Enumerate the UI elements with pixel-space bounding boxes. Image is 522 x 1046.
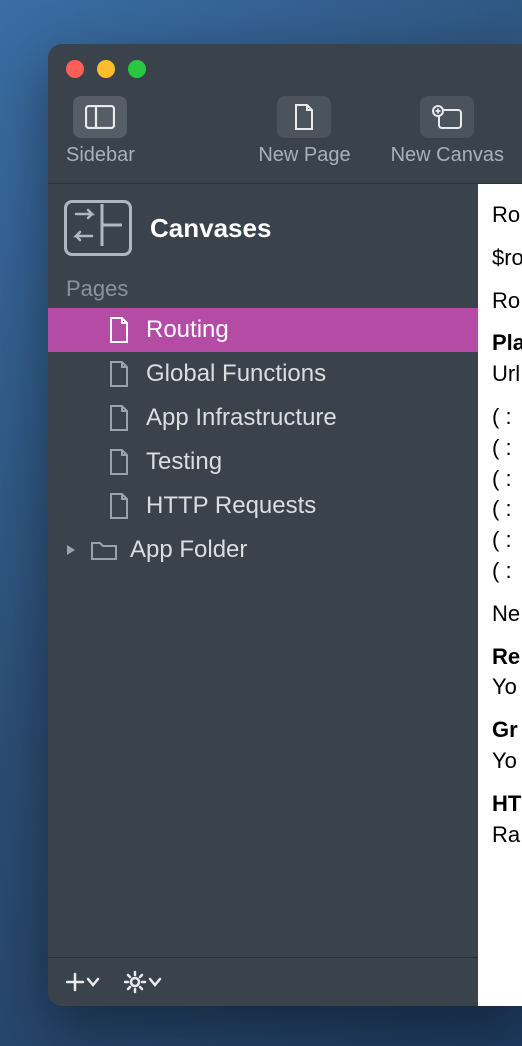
content-line: ( : (492, 556, 522, 587)
sidebar-icon (73, 96, 127, 138)
minimize-window-button[interactable] (97, 60, 115, 78)
sidebar-footer (48, 957, 478, 1006)
content-line: Ne (492, 599, 522, 630)
content-line: Ro (492, 200, 522, 231)
page-icon (108, 361, 130, 387)
content-line: Yo (492, 672, 522, 703)
folder-icon (90, 539, 118, 561)
content-line: Pla (492, 328, 522, 359)
new-page-label: New Page (258, 144, 350, 167)
settings-menu-button[interactable] (124, 970, 162, 994)
page-item-testing[interactable]: Testing (48, 440, 478, 484)
content-line: ( : (492, 402, 522, 433)
canvases-header[interactable]: Canvases (48, 184, 478, 276)
page-item-label: HTTP Requests (146, 492, 316, 520)
page-icon (108, 317, 130, 343)
new-page-button[interactable]: New Page (258, 96, 350, 167)
sidebar-toggle-button[interactable]: Sidebar (66, 96, 135, 167)
content-line: Re (492, 642, 522, 673)
content-line: Yo (492, 746, 522, 777)
app-window: Sidebar New Page (48, 44, 522, 1006)
body-area: Canvases Pages Routing Global Functions (48, 184, 522, 1006)
pages-section-label: Pages (48, 276, 478, 308)
new-canvas-icon (420, 96, 474, 138)
titlebar: Sidebar New Page (48, 44, 522, 184)
content-line: ( : (492, 464, 522, 495)
sidebar-toggle-label: Sidebar (66, 144, 135, 167)
traffic-lights (66, 60, 504, 78)
toolbar: Sidebar New Page (66, 96, 504, 167)
page-icon (108, 449, 130, 475)
close-window-button[interactable] (66, 60, 84, 78)
content-line: ( : (492, 494, 522, 525)
content-line: Ra (492, 820, 522, 851)
add-menu-button[interactable] (66, 971, 100, 993)
content-line: Gr (492, 715, 522, 746)
page-item-label: Testing (146, 448, 222, 476)
page-item-label: App Infrastructure (146, 404, 337, 432)
content-panel: Ro $ro Ro Pla Url ( : ( : ( : ( : ( : ( … (478, 184, 522, 1006)
content-line: HT (492, 789, 522, 820)
page-icon (108, 405, 130, 431)
folder-item-app-folder[interactable]: App Folder (48, 528, 478, 572)
page-item-label: Routing (146, 316, 229, 344)
page-item-global-functions[interactable]: Global Functions (48, 352, 478, 396)
zoom-window-button[interactable] (128, 60, 146, 78)
page-icon (108, 493, 130, 519)
page-item-app-infrastructure[interactable]: App Infrastructure (48, 396, 478, 440)
page-item-http-requests[interactable]: HTTP Requests (48, 484, 478, 528)
content-line: ( : (492, 525, 522, 556)
content-line: ( : (492, 433, 522, 464)
canvases-icon (64, 200, 132, 256)
new-canvas-button[interactable]: New Canvas (391, 96, 504, 167)
content-line: $ro (492, 243, 522, 274)
content-line: Url (492, 359, 522, 390)
canvases-label: Canvases (150, 213, 271, 244)
new-page-icon (277, 96, 331, 138)
new-canvas-label: New Canvas (391, 144, 504, 167)
disclosure-triangle-icon[interactable] (64, 543, 78, 557)
sidebar: Canvases Pages Routing Global Functions (48, 184, 478, 1006)
folder-item-label: App Folder (130, 536, 247, 564)
content-line: Ro (492, 286, 522, 317)
page-item-label: Global Functions (146, 360, 326, 388)
page-item-routing[interactable]: Routing (48, 308, 478, 352)
